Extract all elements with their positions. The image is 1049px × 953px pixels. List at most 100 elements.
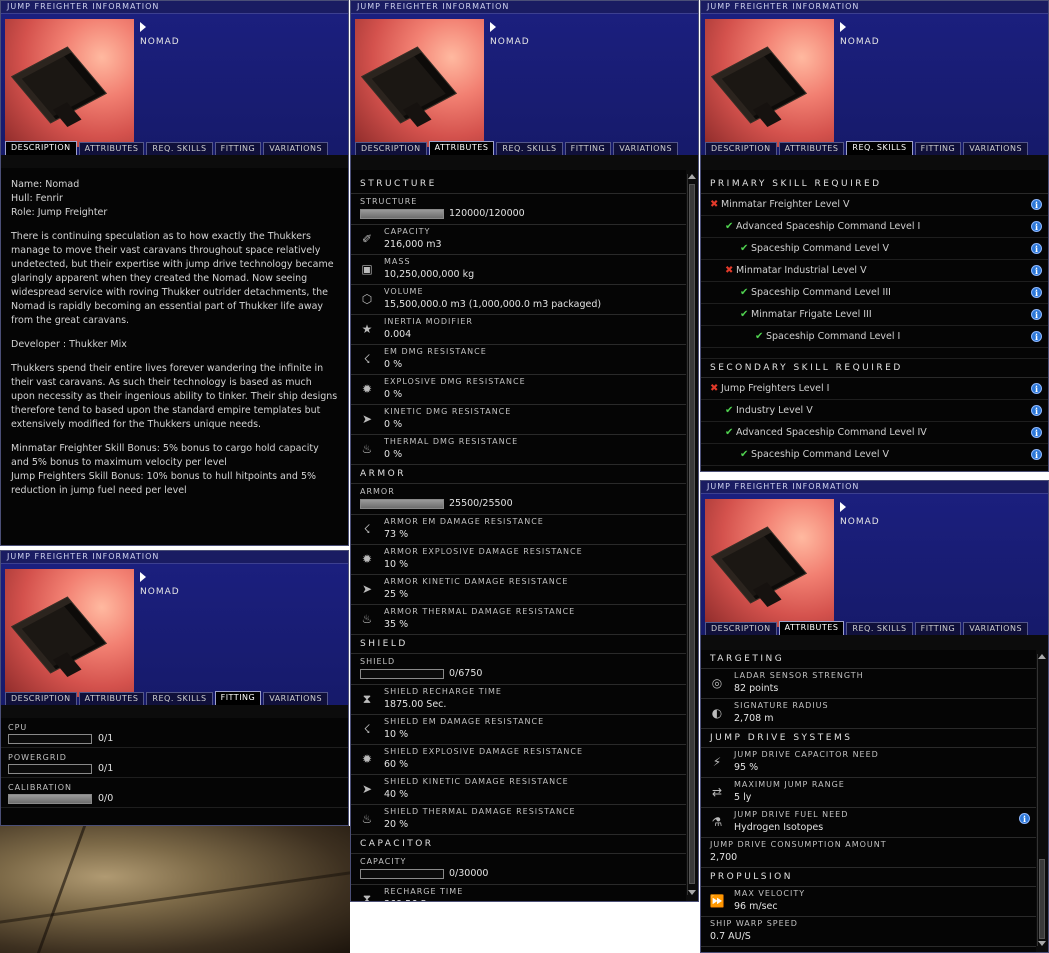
targeting-rows: ◎ LADAR SENSOR STRENGTH 82 points ◐ SIGNATUR… bbox=[701, 669, 1036, 729]
attributes-scrollbar[interactable] bbox=[687, 174, 696, 895]
thermal-resist-icon: ♨ bbox=[361, 812, 373, 826]
tab-variations[interactable]: VARIATIONS bbox=[263, 142, 329, 155]
info-icon[interactable]: i bbox=[1031, 221, 1042, 232]
desc-hull: Hull: Fenrir bbox=[11, 193, 63, 204]
info-window-attributes-jump[interactable]: JUMP FREIGHTER INFORMATION NOMAD DESCRIP… bbox=[700, 480, 1049, 953]
structure-rows: ✐ CAPACITY 216,000 m3 ▣ MASS 10,250,000,000 k… bbox=[351, 225, 686, 465]
tab-req-skills[interactable]: REQ. SKILLS bbox=[846, 141, 913, 155]
tab-req-skills[interactable]: REQ. SKILLS bbox=[146, 142, 213, 155]
tab-variations[interactable]: VARIATIONS bbox=[963, 622, 1029, 635]
attr-row: ♨ SHIELD THERMAL DAMAGE RESISTANCE 20 % bbox=[351, 805, 686, 835]
section-secondary-skill: SECONDARY SKILL REQUIRED bbox=[701, 359, 1048, 378]
window-title[interactable]: JUMP FREIGHTER INFORMATION bbox=[351, 1, 698, 14]
skill-row[interactable]: ✖ Jump Freighters Level I i bbox=[701, 378, 1048, 400]
skill-row[interactable]: ✔ Advanced Spaceship Command Level IV i bbox=[701, 422, 1048, 444]
window-title[interactable]: JUMP FREIGHTER INFORMATION bbox=[701, 1, 1048, 14]
info-icon[interactable]: i bbox=[1031, 427, 1042, 438]
explosive-resist-icon: ✹ bbox=[361, 752, 373, 766]
fitting-powergrid: POWERGRID 0/1 bbox=[1, 748, 348, 778]
section-structure: STRUCTURE bbox=[351, 175, 686, 194]
secondary-skill-list: ✖ Jump Freighters Level Ii ✔ Industry Level… bbox=[701, 378, 1048, 466]
shield-bar-row: SHIELD 0/6750 bbox=[351, 654, 686, 685]
window-title[interactable]: JUMP FREIGHTER INFORMATION bbox=[1, 551, 348, 564]
info-window-description[interactable]: JUMP FREIGHTER INFORMATION NOMAD DESCRIP… bbox=[0, 0, 349, 546]
info-icon[interactable]: i bbox=[1031, 265, 1042, 276]
attributes-list[interactable]: STRUCTURE STRUCTURE 120000/120000 ✐ CAPAC… bbox=[351, 170, 686, 901]
tab-attributes[interactable]: ATTRIBUTES bbox=[78, 142, 145, 155]
info-icon[interactable]: i bbox=[1031, 405, 1042, 416]
info-window-req-skills[interactable]: JUMP FREIGHTER INFORMATION NOMAD DESCRIP… bbox=[700, 0, 1049, 472]
attr-value: 40 % bbox=[384, 789, 409, 800]
skill-row[interactable]: ✔ Spaceship Command Level V i bbox=[701, 238, 1048, 260]
scroll-up-icon[interactable] bbox=[1038, 654, 1046, 659]
skill-row[interactable]: ✔ Spaceship Command Level V i bbox=[701, 444, 1048, 466]
tab-attributes[interactable]: ATTRIBUTES bbox=[778, 142, 845, 155]
tab-variations[interactable]: VARIATIONS bbox=[963, 142, 1029, 155]
attr-row: ☇ ARMOR EM DAMAGE RESISTANCE 73 % bbox=[351, 515, 686, 545]
info-window-attributes[interactable]: JUMP FREIGHTER INFORMATION NOMAD DESCRIP… bbox=[350, 0, 699, 902]
attr-label: RECHARGE TIME bbox=[384, 887, 464, 896]
skill-row[interactable]: ✖ Minmatar Industrial Level V i bbox=[701, 260, 1048, 282]
info-icon[interactable]: i bbox=[1031, 199, 1042, 210]
show-info-arrow-icon[interactable] bbox=[140, 572, 146, 582]
attr-value: 0 % bbox=[384, 389, 403, 400]
scroll-down-icon[interactable] bbox=[1038, 941, 1046, 946]
info-icon[interactable]: i bbox=[1031, 309, 1042, 320]
show-info-arrow-icon[interactable] bbox=[140, 22, 146, 32]
tab-req-skills[interactable]: REQ. SKILLS bbox=[496, 142, 563, 155]
info-icon[interactable]: i bbox=[1031, 383, 1042, 394]
skill-row[interactable]: ✖ Minmatar Freighter Level V i bbox=[701, 194, 1048, 216]
tab-fitting[interactable]: FITTING bbox=[914, 622, 962, 635]
info-icon[interactable]: i bbox=[1031, 243, 1042, 254]
info-icon[interactable]: i bbox=[1031, 449, 1042, 460]
attributes2-list[interactable]: TARGETING ◎ LADAR SENSOR STRENGTH 82 point… bbox=[701, 650, 1036, 952]
skill-row[interactable]: ✔ Minmatar Frigate Level III i bbox=[701, 304, 1048, 326]
ship-portrait[interactable] bbox=[705, 19, 834, 147]
ship-portrait[interactable] bbox=[5, 19, 134, 147]
tab-req-skills[interactable]: REQ. SKILLS bbox=[846, 622, 913, 635]
attributes2-scrollbar[interactable] bbox=[1037, 654, 1046, 946]
tab-fitting[interactable]: FITTING bbox=[914, 142, 962, 155]
scroll-thumb[interactable] bbox=[1039, 859, 1045, 939]
tab-description[interactable]: DESCRIPTION bbox=[705, 142, 777, 155]
skill-row[interactable]: ✔ Industry Level V i bbox=[701, 400, 1048, 422]
attr-label: JUMP DRIVE FUEL NEED bbox=[734, 810, 849, 819]
tab-variations[interactable]: VARIATIONS bbox=[613, 142, 679, 155]
tab-req-skills[interactable]: REQ. SKILLS bbox=[146, 692, 213, 705]
window-header: NOMAD DESCRIPTION ATTRIBUTES REQ. SKILLS… bbox=[701, 494, 1048, 635]
section-capacitor: CAPACITOR bbox=[351, 835, 686, 854]
scroll-down-icon[interactable] bbox=[688, 890, 696, 895]
tab-bar: DESCRIPTION ATTRIBUTES REQ. SKILLS FITTI… bbox=[705, 141, 1029, 155]
scroll-thumb[interactable] bbox=[689, 184, 695, 884]
tab-attributes[interactable]: ATTRIBUTES bbox=[428, 141, 495, 155]
ship-image bbox=[361, 46, 457, 124]
tab-fitting[interactable]: FITTING bbox=[214, 691, 262, 705]
skill-row[interactable]: ✔ Advanced Spaceship Command Level I i bbox=[701, 216, 1048, 238]
info-icon[interactable]: i bbox=[1031, 287, 1042, 298]
ship-portrait[interactable] bbox=[705, 499, 834, 627]
show-info-arrow-icon[interactable] bbox=[840, 502, 846, 512]
show-info-arrow-icon[interactable] bbox=[490, 22, 496, 32]
tab-description[interactable]: DESCRIPTION bbox=[5, 692, 77, 705]
skill-row[interactable]: ✔ Spaceship Command Level III i bbox=[701, 282, 1048, 304]
tab-fitting[interactable]: FITTING bbox=[564, 142, 612, 155]
info-icon[interactable]: i bbox=[1019, 813, 1030, 824]
scroll-up-icon[interactable] bbox=[688, 174, 696, 179]
window-title[interactable]: JUMP FREIGHTER INFORMATION bbox=[701, 481, 1048, 494]
show-info-arrow-icon[interactable] bbox=[840, 22, 846, 32]
skill-row[interactable]: ✔ Spaceship Command Level I i bbox=[701, 326, 1048, 348]
tab-attributes[interactable]: ATTRIBUTES bbox=[778, 621, 845, 635]
tab-fitting[interactable]: FITTING bbox=[214, 142, 262, 155]
ship-portrait[interactable] bbox=[5, 569, 134, 697]
fitting-body: CPU 0/1 POWERGRID 0/1 CALIBRATION 0/0 bbox=[1, 718, 348, 825]
tab-attributes[interactable]: ATTRIBUTES bbox=[78, 692, 145, 705]
tab-variations[interactable]: VARIATIONS bbox=[263, 692, 329, 705]
ship-portrait[interactable] bbox=[355, 19, 484, 147]
tab-description[interactable]: DESCRIPTION bbox=[705, 622, 777, 635]
window-title[interactable]: JUMP FREIGHTER INFORMATION bbox=[1, 1, 348, 14]
tab-description[interactable]: DESCRIPTION bbox=[355, 142, 427, 155]
check-icon: ✔ bbox=[740, 449, 749, 460]
info-icon[interactable]: i bbox=[1031, 331, 1042, 342]
info-window-fitting[interactable]: JUMP FREIGHTER INFORMATION NOMAD DESCRIP… bbox=[0, 550, 349, 826]
tab-description[interactable]: DESCRIPTION bbox=[5, 141, 77, 155]
